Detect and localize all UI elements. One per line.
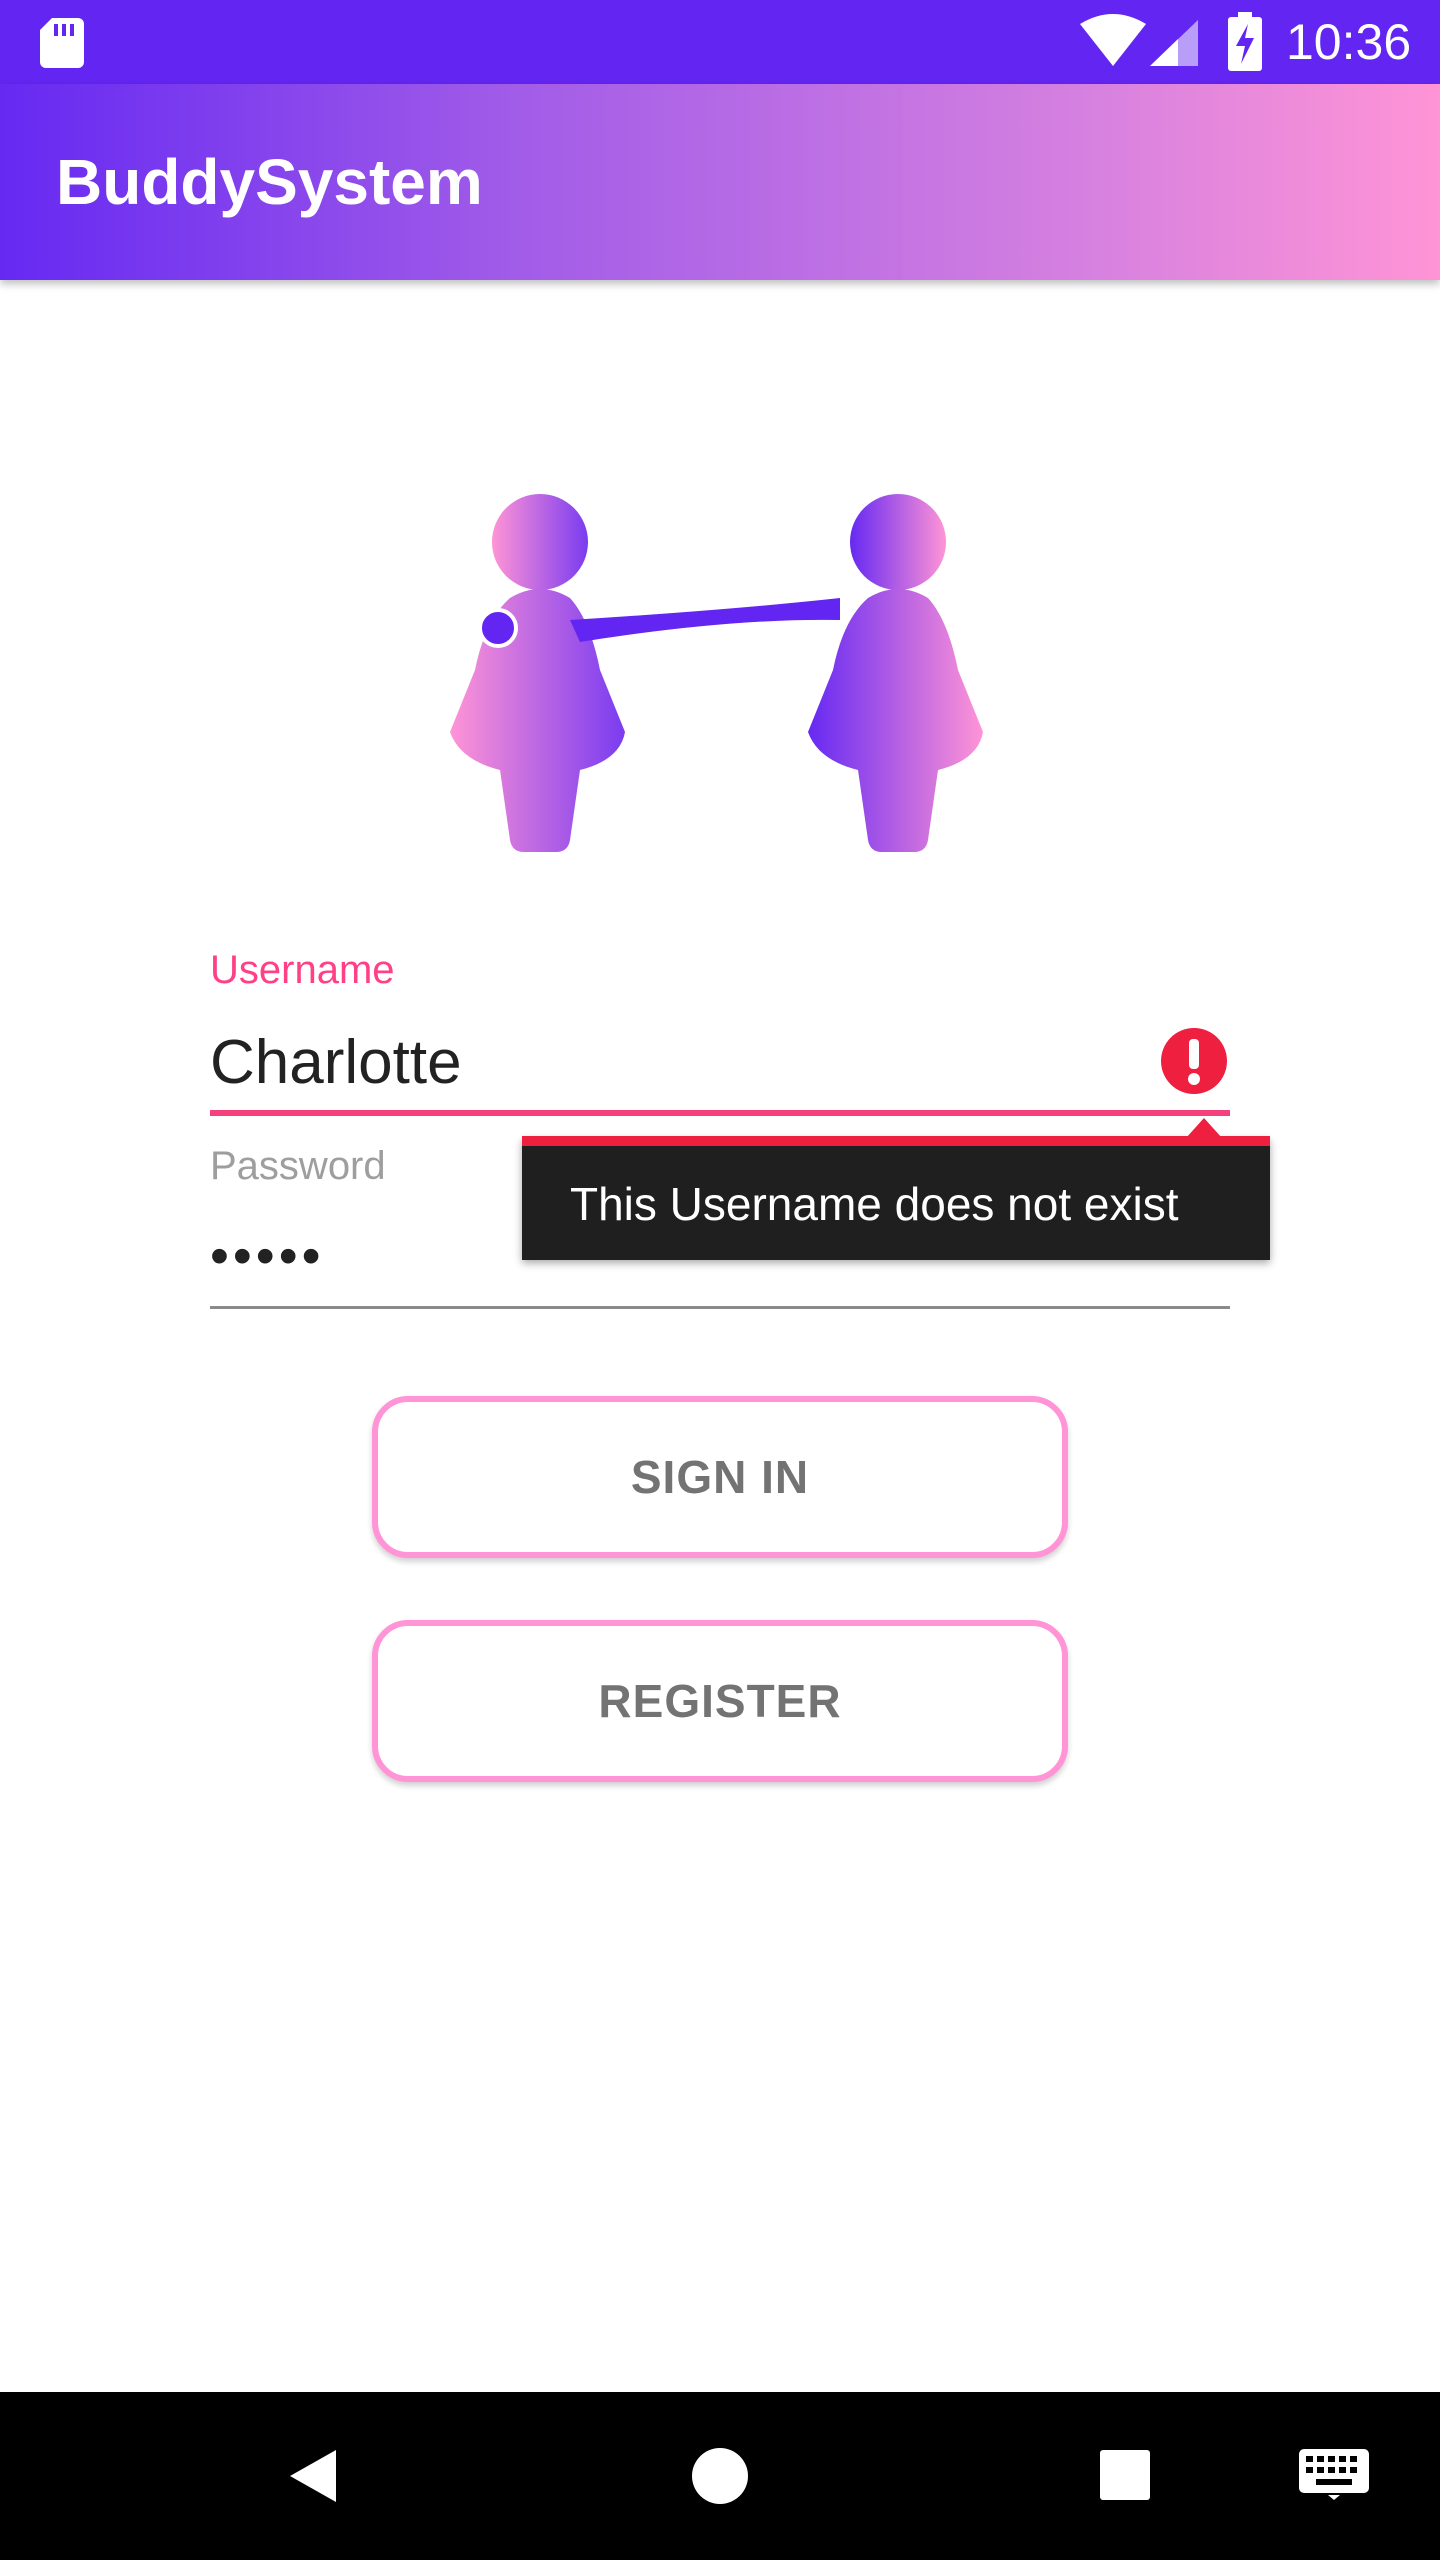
clock-time: 10:36 xyxy=(1286,14,1412,70)
recents-icon[interactable] xyxy=(1098,2448,1152,2502)
username-underline xyxy=(210,1110,1230,1116)
password-label: Password xyxy=(210,1144,386,1188)
error-circle-icon xyxy=(1161,1028,1227,1094)
password-underline xyxy=(210,1306,1230,1309)
buddy-logo-icon xyxy=(450,494,983,852)
username-label: Username xyxy=(210,948,395,992)
sd-card-icon xyxy=(40,18,84,68)
app-title: BuddySystem xyxy=(56,146,483,218)
home-icon[interactable] xyxy=(690,2446,750,2506)
cell-signal-icon xyxy=(1150,20,1198,66)
back-icon[interactable] xyxy=(284,2446,344,2506)
password-input[interactable]: ••••• xyxy=(210,1226,325,1286)
error-popup-bar xyxy=(522,1136,1270,1146)
battery-charging-icon xyxy=(1228,12,1262,71)
error-message: This Username does not exist xyxy=(570,1178,1179,1230)
app-bar: BuddySystem xyxy=(0,84,1440,280)
status-bar: 10:36 xyxy=(0,0,1440,84)
sign-in-button[interactable]: SIGN IN xyxy=(372,1396,1068,1558)
wifi-icon xyxy=(1080,14,1146,66)
register-button[interactable]: REGISTER xyxy=(372,1620,1068,1782)
error-popup-arrow xyxy=(1186,1118,1222,1138)
keyboard-icon[interactable] xyxy=(1298,2448,1370,2500)
navigation-bar xyxy=(0,2392,1440,2560)
username-input[interactable]: Charlotte xyxy=(210,1024,462,1102)
